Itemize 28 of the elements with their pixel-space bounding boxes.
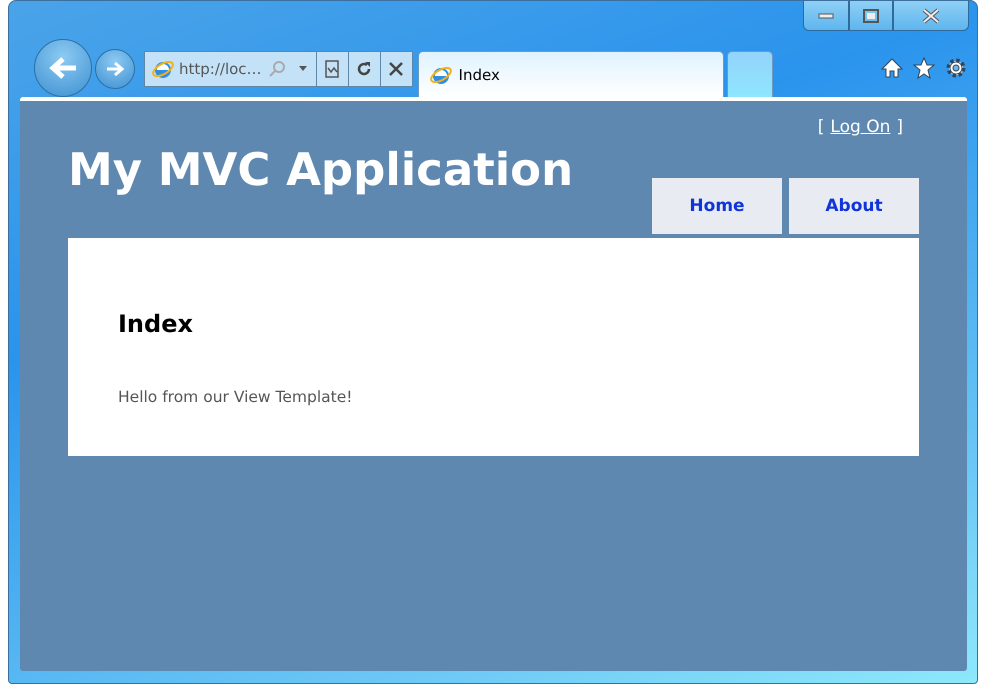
tab-title: Index	[458, 66, 500, 84]
settings-icon[interactable]	[945, 57, 967, 79]
maximize-button[interactable]	[849, 1, 893, 31]
search-icon	[268, 60, 286, 78]
back-arrow-icon	[48, 56, 78, 80]
body-text: Hello from our View Template!	[118, 388, 352, 406]
browser-tab[interactable]: Index	[418, 51, 724, 97]
star-icon[interactable]	[913, 57, 935, 79]
broken-page-icon	[325, 60, 340, 78]
log-on-link[interactable]: Log On	[830, 117, 890, 137]
site-title: My MVC Application	[68, 143, 574, 196]
page-heading: Index	[118, 310, 193, 338]
refresh-icon	[356, 61, 372, 77]
close-icon	[922, 8, 940, 24]
forward-arrow-icon	[105, 61, 125, 77]
forward-button[interactable]	[95, 49, 135, 89]
maximize-icon	[863, 8, 879, 22]
nav-tab[interactable]: Home	[652, 178, 782, 234]
home-icon[interactable]	[881, 57, 903, 79]
close-button[interactable]	[893, 1, 969, 31]
address-text: http://loc…	[178, 60, 263, 78]
nav-tab[interactable]: About	[789, 178, 919, 234]
minimize-icon	[818, 12, 834, 18]
address-bar[interactable]: http://loc…	[144, 51, 413, 87]
minimize-button[interactable]	[803, 1, 849, 31]
bracket-text: ]	[896, 117, 903, 137]
bracket-text: [	[818, 117, 824, 137]
stop-icon	[389, 62, 404, 76]
